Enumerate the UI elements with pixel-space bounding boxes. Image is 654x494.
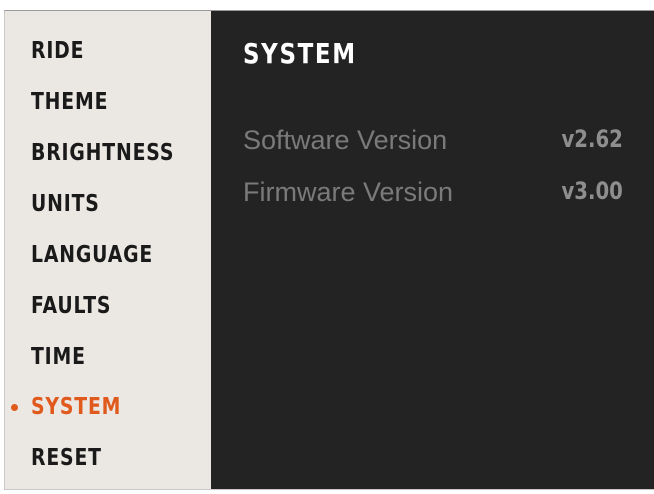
- info-value: v2.62: [561, 125, 623, 153]
- settings-sidebar: RIDE THEME BRIGHTNESS UNITS LANGUAGE FAU…: [5, 11, 211, 489]
- sidebar-item-language[interactable]: LANGUAGE: [5, 233, 211, 277]
- settings-content-panel: SYSTEM Software Version v2.62 Firmware V…: [211, 11, 654, 489]
- sidebar-item-label: BRIGHTNESS: [31, 140, 175, 166]
- sidebar-item-label: SYSTEM: [31, 394, 122, 420]
- sidebar-item-system[interactable]: SYSTEM: [5, 385, 211, 429]
- sidebar-item-label: TIME: [31, 344, 86, 370]
- active-bullet-icon: [11, 403, 18, 411]
- sidebar-item-brightness[interactable]: BRIGHTNESS: [5, 131, 211, 175]
- info-row-software-version: Software Version v2.62: [243, 125, 623, 165]
- sidebar-item-label: UNITS: [31, 191, 100, 217]
- info-row-firmware-version: Firmware Version v3.00: [243, 177, 623, 217]
- sidebar-item-ride[interactable]: RIDE: [5, 29, 211, 73]
- sidebar-item-units[interactable]: UNITS: [5, 182, 211, 226]
- sidebar-item-label: LANGUAGE: [31, 242, 154, 268]
- settings-screen: RIDE THEME BRIGHTNESS UNITS LANGUAGE FAU…: [4, 10, 654, 490]
- sidebar-item-label: FAULTS: [31, 293, 112, 319]
- info-label: Firmware Version: [243, 177, 454, 207]
- sidebar-item-theme[interactable]: THEME: [5, 80, 211, 124]
- sidebar-item-label: RIDE: [31, 38, 85, 64]
- sidebar-item-reset[interactable]: RESET: [5, 436, 211, 480]
- page-title: SYSTEM: [243, 37, 357, 70]
- sidebar-item-time[interactable]: TIME: [5, 335, 211, 379]
- sidebar-item-faults[interactable]: FAULTS: [5, 284, 211, 328]
- sidebar-item-label: RESET: [31, 445, 102, 471]
- info-label: Software Version: [243, 125, 448, 155]
- sidebar-item-label: THEME: [31, 89, 109, 115]
- info-value: v3.00: [561, 177, 623, 205]
